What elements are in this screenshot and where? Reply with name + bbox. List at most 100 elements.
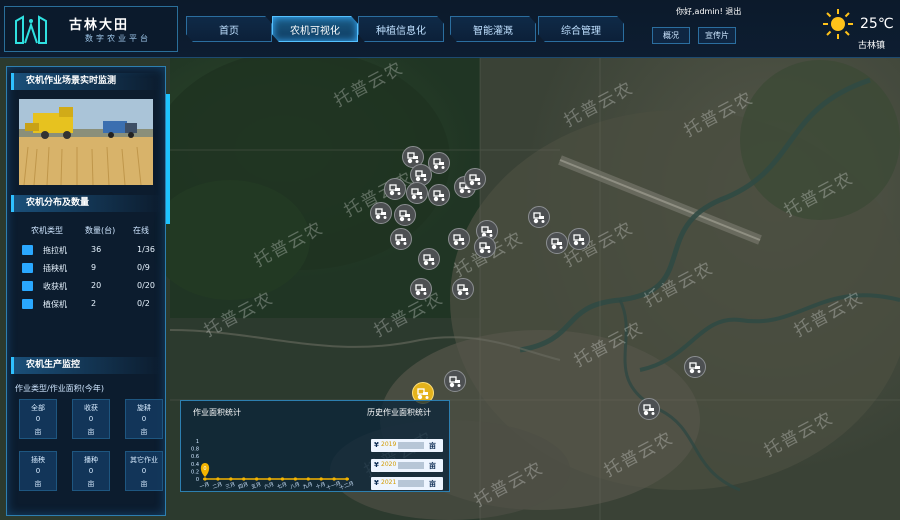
tractor-marker[interactable] [390, 228, 412, 250]
stat-rotary-tillage[interactable]: 旋耕 0 亩 [125, 399, 163, 439]
area-line-chart[interactable]: 10.80.60.40.20 一月 二月 三月 四月 五月 六月 七月 八月 九月 十月 十一月十二… [185, 419, 355, 493]
row-count: 36 [91, 245, 102, 254]
stat-label: 其它作业 [130, 456, 158, 464]
tractor-marker[interactable] [638, 398, 660, 420]
data-point[interactable] [293, 477, 297, 481]
stat-value: 0 [141, 467, 147, 475]
history-2019[interactable]: ¥2019 亩 [371, 439, 443, 452]
stat-label: 旋耕 [137, 404, 151, 412]
promo-video-button[interactable]: 宣传片 [698, 27, 736, 44]
blurred-value [398, 442, 424, 449]
production-monitor-title: 农机生产监控 [11, 357, 161, 374]
data-point[interactable] [255, 477, 259, 481]
tractor-icon [417, 388, 429, 400]
x-tick-label: 二月 [212, 482, 223, 491]
tractor-icon [457, 284, 469, 296]
data-point[interactable] [267, 477, 272, 481]
col-header-online: 在线 [133, 226, 149, 235]
tab-label: 综合管理 [561, 25, 601, 37]
row-type: 植保机 [43, 300, 67, 309]
tractor-marker[interactable] [684, 356, 706, 378]
data-point[interactable] [332, 477, 336, 481]
tab-smart-irrigation[interactable]: 智能灌溉 [450, 16, 536, 42]
tractor-marker[interactable] [444, 370, 466, 392]
row-count: 9 [91, 263, 97, 272]
y-tick-label: 0.8 [191, 447, 199, 453]
history-2020[interactable]: ¥2020 亩 [371, 459, 443, 472]
y-tick-label: 1 [196, 439, 199, 445]
tractor-marker[interactable] [410, 278, 432, 300]
tractor-marker[interactable] [568, 228, 590, 250]
blurred-value [398, 480, 424, 487]
data-point[interactable] [203, 477, 207, 481]
tractor-marker[interactable] [448, 228, 470, 250]
currency-symbol: ¥ [374, 479, 379, 487]
tractor-icon [433, 158, 445, 170]
history-unit: 亩 [429, 480, 436, 488]
tractor-icon [375, 208, 387, 220]
tab-comprehensive-management[interactable]: 综合管理 [538, 16, 624, 42]
tractor-marker[interactable] [428, 184, 450, 206]
stat-other[interactable]: 其它作业 0 亩 [125, 451, 163, 491]
data-point[interactable] [242, 477, 246, 481]
tractor-marker[interactable] [546, 232, 568, 254]
stat-label: 插秧 [31, 456, 45, 464]
y-tick-label: 0.4 [191, 462, 199, 468]
tractor-marker[interactable] [384, 178, 406, 200]
stat-unit: 亩 [140, 428, 148, 436]
y-tick-label: 0.2 [191, 469, 199, 475]
stat-transplanting[interactable]: 插秧 0 亩 [19, 451, 57, 491]
tractor-marker[interactable] [474, 236, 496, 258]
harvest-scene-image[interactable] [19, 99, 153, 185]
stat-unit: 亩 [34, 480, 42, 488]
tractor-marker[interactable] [370, 202, 392, 224]
data-point[interactable] [319, 477, 323, 481]
history-year: 2021 [381, 479, 397, 486]
tractor-marker[interactable] [528, 206, 550, 228]
stat-label: 收获 [84, 404, 98, 412]
tractor-icon [551, 238, 563, 250]
tab-home[interactable]: 首页 [186, 16, 272, 42]
tab-label: 农机可视化 [290, 25, 340, 37]
x-tick-label: 四月 [238, 482, 249, 491]
row-type: 收获机 [43, 282, 67, 291]
stat-unit: 亩 [87, 428, 95, 436]
tractor-icon [479, 242, 491, 254]
tab-planting-info[interactable]: 种植信息化 [358, 16, 444, 42]
stat-value: 0 [88, 415, 94, 423]
tractor-icon [453, 234, 465, 246]
y-tick-label: 0 [196, 477, 199, 483]
stat-value: 0 [141, 415, 147, 423]
stat-label: 播种 [84, 456, 98, 464]
history-2021[interactable]: ¥2021 亩 [371, 477, 443, 490]
sun-icon [823, 9, 853, 39]
tractor-marker[interactable] [452, 278, 474, 300]
welcome-logout-link[interactable]: 你好,admin! 退出 [676, 6, 741, 17]
stat-value: 0 [35, 467, 41, 475]
row-online: 0/2 [137, 299, 150, 308]
button-label: 宣传片 [705, 31, 729, 40]
tractor-marker[interactable] [406, 182, 428, 204]
stat-sowing[interactable]: 播种 0 亩 [72, 451, 110, 491]
distribution-title: 农机分布及数量 [11, 195, 161, 212]
stat-harvest[interactable]: 收获 0 亩 [72, 399, 110, 439]
blurred-value [398, 462, 424, 469]
tractor-icon [395, 234, 407, 246]
data-point[interactable] [280, 477, 285, 481]
brand-subtitle: 数字农业平台 [85, 34, 151, 43]
data-point[interactable] [216, 477, 220, 481]
data-point[interactable] [229, 477, 233, 481]
tractor-marker[interactable] [464, 168, 486, 190]
x-tick-label: 九月 [302, 481, 314, 491]
stat-all[interactable]: 全部 0 亩 [19, 399, 57, 439]
tractor-icon [407, 152, 419, 164]
tractor-icon [389, 184, 401, 196]
data-label: 0 [203, 466, 206, 472]
tractor-icon [411, 188, 423, 200]
overview-button[interactable]: 概况 [652, 27, 690, 44]
tractor-marker[interactable] [418, 248, 440, 270]
tractor-marker[interactable] [394, 204, 416, 226]
tab-machinery-visualization[interactable]: 农机可视化 [272, 16, 358, 42]
data-point[interactable] [306, 477, 310, 481]
data-point[interactable] [345, 477, 349, 481]
